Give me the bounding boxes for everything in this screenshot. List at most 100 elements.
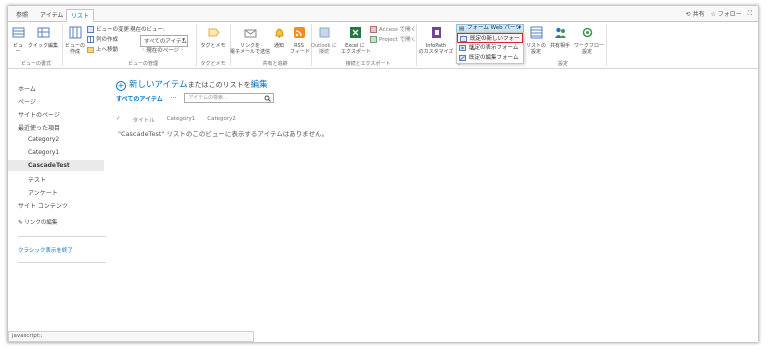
nav-page[interactable]: ページ bbox=[18, 97, 36, 106]
rss-icon bbox=[293, 27, 305, 38]
workflow-gear-icon bbox=[582, 27, 592, 38]
chevron-down-icon: ▾ bbox=[182, 37, 185, 43]
people-icon bbox=[554, 27, 566, 38]
view-selector-row: すべてのアイテム ··· アイテムの検索... bbox=[116, 93, 275, 103]
group-manage-views: ビューの管理 bbox=[127, 61, 158, 67]
all-items-view[interactable]: すべてのアイテム bbox=[116, 94, 163, 103]
nav-category1[interactable]: Category1 bbox=[28, 149, 59, 156]
chevron-right-icon: › bbox=[181, 47, 184, 53]
star-icon: ☆ bbox=[710, 11, 716, 18]
left-navigation: ホーム ページ サイトのページ 最近使った項目 Category2 Catego… bbox=[8, 69, 108, 339]
list-settings-icon bbox=[530, 26, 542, 39]
group-tags: タグとメモ bbox=[200, 61, 226, 67]
outlook-icon bbox=[319, 27, 329, 38]
divider bbox=[416, 24, 417, 66]
workflow-settings-button[interactable]: ワークフロー 設定 bbox=[574, 26, 604, 55]
tab-browse[interactable]: 参照 bbox=[12, 9, 32, 22]
divider bbox=[62, 24, 63, 66]
edit-list-link[interactable]: 編集 bbox=[251, 80, 268, 90]
select-all-checkmark-icon[interactable]: ✓ bbox=[116, 116, 121, 124]
chevron-left-icon: ‹ bbox=[142, 47, 145, 53]
infopath-button[interactable]: InfoPath のカスタマイズ bbox=[418, 26, 454, 55]
create-column-button[interactable]: 列の作成 bbox=[87, 35, 118, 43]
nav-survey[interactable]: アンケート bbox=[28, 188, 58, 197]
nav-divider bbox=[18, 236, 106, 237]
edit-links[interactable]: ✎ リンクの編集 bbox=[18, 218, 57, 226]
follow-link[interactable]: ☆ フォロー bbox=[710, 9, 741, 18]
nav-cascade-test[interactable]: CascadeTest bbox=[8, 160, 104, 171]
nav-divider bbox=[18, 262, 106, 263]
create-view-icon bbox=[69, 26, 81, 39]
access-icon bbox=[370, 25, 377, 33]
app-window: 参照 アイテム リスト ⟲ 共有 ☆ フォロー ⛶ ビュー クイック編集 ビュー… bbox=[8, 6, 758, 342]
ribbon: ビュー クイック編集 ビューの書式 ビューの 作成 ビューの変更 列の作成 上へ… bbox=[8, 22, 758, 69]
nav-site-contents[interactable]: サイト コンテンツ bbox=[18, 201, 68, 210]
excel-export-button[interactable]: Excel に エクスポート bbox=[341, 26, 371, 55]
tab-items[interactable]: アイテム bbox=[36, 9, 67, 22]
new-item-row: + 新しいアイテムまたはこのリストを編集 bbox=[116, 78, 268, 91]
view-button[interactable]: ビュー bbox=[11, 26, 25, 55]
menu-default-new-form[interactable]: 既定の新しいフォーム bbox=[457, 33, 523, 52]
new-item-link[interactable]: 新しいアイテム bbox=[129, 80, 188, 90]
project-open-button[interactable]: Project で開く bbox=[370, 35, 416, 43]
group-view-format: ビューの書式 bbox=[20, 61, 51, 67]
search-icon[interactable] bbox=[264, 95, 272, 102]
nav-recent[interactable]: 最近使った項目 bbox=[18, 123, 60, 132]
outlook-connect-button[interactable]: Outlook に 接続 bbox=[311, 26, 337, 55]
modify-view-icon bbox=[87, 25, 94, 33]
nav-site-pages[interactable]: サイトのページ bbox=[18, 110, 60, 119]
tags-notes-button[interactable]: タグとメモ bbox=[200, 26, 226, 49]
menu-default-edit-form[interactable]: 既定の編集フォーム bbox=[457, 53, 523, 63]
column-header-category2[interactable]: Category2 bbox=[207, 116, 236, 124]
or-text: またはこのリストを bbox=[187, 81, 251, 89]
nav-test[interactable]: テスト bbox=[28, 175, 46, 184]
list-settings-button[interactable]: リストの 設定 bbox=[526, 26, 546, 55]
project-icon bbox=[370, 35, 377, 43]
quick-edit-icon bbox=[37, 27, 49, 38]
email-link-button[interactable]: リンクを 電子メールで送信 bbox=[230, 26, 270, 55]
focus-icon[interactable]: ⛶ bbox=[748, 10, 752, 18]
forms-dropdown-menu: 既定の新しいフォーム 既定の表示フォーム 既定の編集フォーム bbox=[456, 32, 524, 64]
quick-edit-button[interactable]: クイック編集 bbox=[28, 26, 58, 49]
top-right-actions: ⟲ 共有 ☆ フォロー ⛶ bbox=[686, 9, 753, 19]
current-view-label: 現在のビュー: bbox=[130, 27, 165, 33]
nav-home[interactable]: ホーム bbox=[18, 84, 36, 93]
tab-list[interactable]: リスト bbox=[66, 9, 95, 22]
divider bbox=[196, 24, 197, 66]
column-header-category1[interactable]: Category1 bbox=[167, 116, 196, 124]
nav-category2[interactable]: Category2 bbox=[28, 136, 59, 143]
empty-list-message: "CascadeTest" リストのこのビューに表示するアイテムはありません。 bbox=[118, 130, 329, 138]
search-input[interactable]: アイテムの検索... bbox=[184, 93, 275, 103]
exit-classic-link[interactable]: クラシック表示を終了 bbox=[18, 246, 73, 254]
group-connect-export: 接続とエクスポート bbox=[345, 61, 391, 67]
plus-circle-icon[interactable]: + bbox=[116, 81, 126, 91]
create-view-button[interactable]: ビューの 作成 bbox=[65, 26, 85, 55]
list-header-row: ✓ タイトル Category1 Category2 bbox=[116, 116, 236, 124]
email-icon bbox=[244, 29, 256, 38]
form-new-icon bbox=[460, 36, 467, 42]
infopath-icon bbox=[431, 27, 441, 38]
pencil-icon: ✎ bbox=[18, 220, 23, 226]
alert-me-button[interactable]: 通知 bbox=[271, 26, 287, 49]
form-display-icon bbox=[459, 45, 466, 51]
share-link[interactable]: ⟲ 共有 bbox=[686, 9, 705, 18]
menu-default-display-form[interactable]: 既定の表示フォーム bbox=[457, 43, 523, 53]
access-open-button[interactable]: Access で開く bbox=[370, 25, 416, 33]
group-share-track: 共有と追跡 bbox=[262, 61, 288, 67]
rss-feed-button[interactable]: RSS フィード bbox=[290, 26, 310, 55]
top-tab-bar: 参照 アイテム リスト ⟲ 共有 ☆ フォロー ⛶ bbox=[8, 6, 758, 22]
folder-up-icon bbox=[87, 46, 94, 53]
modify-view-button[interactable]: ビューの変更 bbox=[87, 25, 129, 33]
column-header-title[interactable]: タイトル bbox=[133, 116, 155, 124]
status-bar: javascript:; bbox=[8, 331, 254, 342]
form-edit-icon bbox=[459, 55, 466, 61]
tag-icon bbox=[208, 28, 220, 37]
shared-with-button[interactable]: 共有相手 bbox=[548, 26, 572, 49]
view-icon bbox=[12, 27, 24, 38]
navigate-up-button[interactable]: 上へ移動 bbox=[87, 45, 118, 53]
current-page-nav[interactable]: ‹ 現在のページ › bbox=[142, 46, 183, 54]
chevron-down-icon: ▾ bbox=[518, 25, 521, 31]
column-icon bbox=[87, 35, 94, 43]
group-settings: 設定 bbox=[557, 61, 568, 67]
more-options-button[interactable]: ··· bbox=[171, 95, 177, 102]
